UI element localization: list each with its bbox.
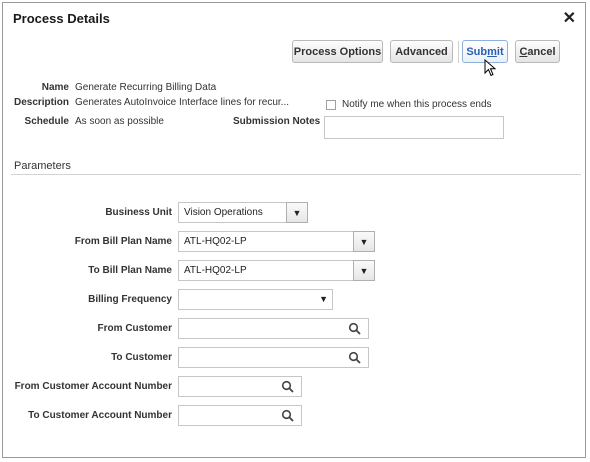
process-details-dialog: Process Details ✕ Process Options Advanc… [2, 2, 586, 458]
cancel-button[interactable]: Cancel [515, 40, 560, 63]
to-bill-plan-value: ATL-HQ02-LP [184, 265, 247, 276]
search-icon[interactable] [348, 322, 362, 336]
submission-notes-field[interactable] [324, 116, 504, 139]
from-bill-plan-value: ATL-HQ02-LP [184, 236, 247, 247]
cancel-mnemonic: C [519, 45, 528, 58]
toolbar-separator [458, 41, 459, 63]
section-divider [11, 174, 581, 175]
dropdown-arrow-icon[interactable]: ▼ [353, 260, 375, 281]
submit-label-end: it [496, 45, 504, 58]
chevron-down-icon[interactable]: ▼ [319, 294, 328, 304]
to-bill-plan-label: To Bill Plan Name [88, 265, 172, 276]
description-label: Description [13, 97, 69, 108]
notify-checkbox[interactable] [326, 100, 336, 110]
submit-mnemonic: m [487, 45, 497, 58]
close-icon[interactable]: ✕ [563, 8, 576, 28]
to-account-label: To Customer Account Number [28, 410, 172, 421]
dropdown-arrow-icon[interactable]: ▼ [353, 231, 375, 252]
from-customer-input[interactable] [178, 318, 369, 339]
from-account-label: From Customer Account Number [14, 381, 172, 392]
billing-frequency-label: Billing Frequency [88, 294, 172, 305]
cancel-label-end: ancel [527, 45, 556, 58]
from-customer-label: From Customer [97, 323, 172, 334]
business-unit-select[interactable]: Vision Operations ▼ [178, 202, 308, 223]
description-value: Generates AutoInvoice Interface lines fo… [75, 97, 290, 108]
dialog-title: Process Details [13, 11, 110, 26]
schedule-value: As soon as possible [75, 116, 164, 127]
schedule-label: Schedule [24, 116, 69, 127]
from-bill-plan-label: From Bill Plan Name [74, 236, 172, 247]
to-account-input[interactable] [178, 405, 302, 426]
to-customer-label: To Customer [111, 352, 172, 363]
advanced-button[interactable]: Advanced [390, 40, 453, 63]
search-icon[interactable] [281, 409, 295, 423]
parameters-section-title: Parameters [14, 160, 71, 172]
from-account-input[interactable] [178, 376, 302, 397]
name-label: Name [41, 82, 69, 93]
search-icon[interactable] [348, 351, 362, 365]
dropdown-arrow-icon[interactable]: ▼ [286, 202, 308, 223]
notify-label: Notify me when this process ends [342, 99, 492, 110]
to-bill-plan-select[interactable]: ATL-HQ02-LP ▼ [178, 260, 375, 281]
business-unit-label: Business Unit [105, 207, 172, 218]
billing-frequency-select[interactable]: ▼ [178, 289, 333, 310]
mouse-pointer-icon [484, 59, 497, 77]
name-value: Generate Recurring Billing Data [75, 82, 217, 93]
business-unit-value: Vision Operations [184, 207, 263, 218]
search-icon[interactable] [281, 380, 295, 394]
submission-notes-label: Submission Notes [233, 116, 321, 127]
from-bill-plan-select[interactable]: ATL-HQ02-LP ▼ [178, 231, 375, 252]
process-options-button[interactable]: Process Options [292, 40, 383, 63]
submit-label-start: Sub [466, 45, 488, 58]
to-customer-input[interactable] [178, 347, 369, 368]
